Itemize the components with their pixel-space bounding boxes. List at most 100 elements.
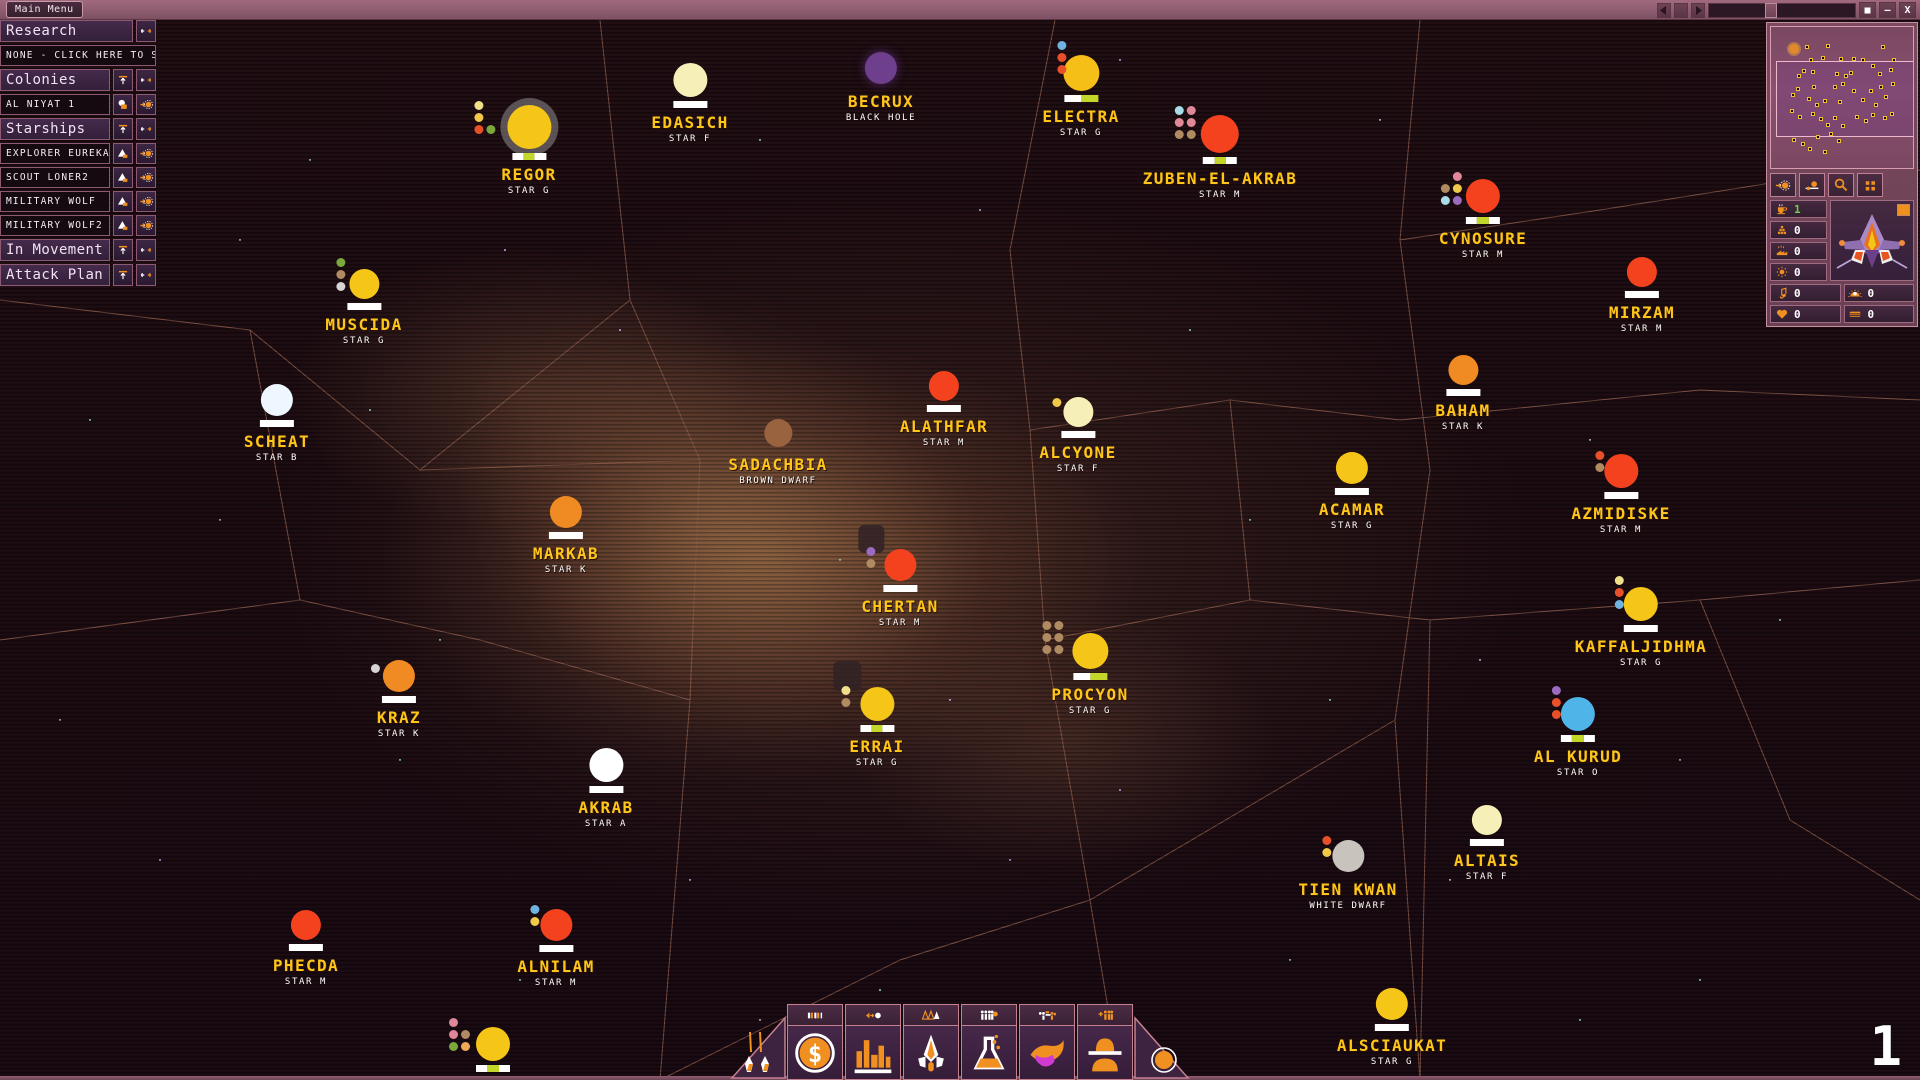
- toolbar-fleet-indicator[interactable]: [903, 1004, 959, 1026]
- star-orb[interactable]: [865, 52, 897, 84]
- star-orb[interactable]: [382, 660, 415, 692]
- sidebar-item[interactable]: EXPLORER EUREKA: [0, 143, 156, 164]
- star-system[interactable]: AZMIDISKE STAR M: [1571, 451, 1670, 535]
- star-orb[interactable]: [1447, 355, 1478, 385]
- star-orb[interactable]: [859, 687, 894, 721]
- star-orb[interactable]: [672, 63, 707, 97]
- sort-button[interactable]: [113, 264, 133, 286]
- minimap-viewport[interactable]: [1776, 61, 1913, 137]
- toolbar-right-wing[interactable]: [1134, 1014, 1190, 1080]
- toolbar-economy-indicator[interactable]: [787, 1004, 843, 1026]
- star-orb[interactable]: [588, 748, 623, 782]
- collapse-arrows-button[interactable]: [136, 69, 156, 91]
- resource-row[interactable]: 0: [1843, 284, 1914, 302]
- star-system[interactable]: ERRAI STAR G: [833, 661, 904, 768]
- goto-icon[interactable]: [136, 143, 156, 164]
- star-system[interactable]: TIEN KWAN WHITE DWARF: [1298, 836, 1397, 911]
- star-orb[interactable]: [1062, 397, 1093, 427]
- star-orb[interactable]: [1062, 55, 1099, 91]
- star-system[interactable]: AL KURUD STAR O: [1534, 686, 1622, 778]
- star-system[interactable]: SADACHBIA BROWN DWARF: [728, 419, 827, 486]
- star-system[interactable]: KRAZ STAR K: [371, 660, 421, 739]
- star-system[interactable]: MARKAB STAR K: [533, 496, 599, 575]
- search-icon[interactable]: [1828, 173, 1854, 197]
- star-orb[interactable]: [506, 105, 551, 149]
- prev-arrow-icon[interactable]: [1657, 2, 1671, 18]
- star-orb[interactable]: [549, 496, 582, 528]
- sidebar-section-research[interactable]: Research: [0, 20, 156, 42]
- star-orb[interactable]: [1201, 115, 1239, 153]
- star-orb[interactable]: [290, 910, 321, 940]
- resource-row[interactable]: 0: [1843, 305, 1914, 323]
- resource-row[interactable]: 1: [1770, 200, 1827, 218]
- toolbar-diplomacy-indicator[interactable]: [1019, 1004, 1075, 1026]
- star-system[interactable]: BAHAM STAR K: [1435, 355, 1490, 432]
- sidebar-item[interactable]: AL NIYAT 1: [0, 94, 156, 115]
- toolbar-research-indicator[interactable]: [961, 1004, 1017, 1026]
- star-system[interactable]: AKRAB STAR A: [578, 748, 633, 829]
- star-system[interactable]: ALATHFAR STAR M: [900, 371, 988, 448]
- titlebar-square-icon[interactable]: [1674, 2, 1688, 18]
- star-system[interactable]: ELECTRA STAR G: [1042, 41, 1119, 138]
- resource-row[interactable]: 0: [1770, 221, 1827, 239]
- star-orb[interactable]: [1560, 697, 1595, 731]
- star-orb[interactable]: [1375, 988, 1408, 1020]
- close-button[interactable]: X: [1899, 2, 1916, 18]
- toolbar-espionage-button[interactable]: [1077, 1004, 1133, 1080]
- star-system[interactable]: ALSCIAUKAT STAR G: [1337, 988, 1447, 1067]
- sidebar-section-colonies[interactable]: Colonies: [0, 69, 156, 91]
- star-system[interactable]: EDASICH STAR F: [651, 63, 728, 144]
- sidebar-section-attack-plan[interactable]: Attack Plan: [0, 264, 156, 286]
- ship-icon[interactable]: [113, 215, 133, 236]
- star-system[interactable]: CYNOSURE STAR M: [1439, 172, 1527, 260]
- star-orb[interactable]: [1603, 454, 1638, 488]
- flagship-portrait[interactable]: [1830, 200, 1914, 281]
- star-system[interactable]: KAFFALJIDHMA STAR G: [1575, 576, 1707, 668]
- next-arrow-icon[interactable]: [1691, 2, 1705, 18]
- toolbar-research-button[interactable]: [961, 1004, 1017, 1080]
- toolbar-economy-button[interactable]: $: [787, 1004, 843, 1080]
- sort-button[interactable]: [113, 239, 133, 261]
- star-system[interactable]: CHERTAN STAR M: [858, 525, 938, 628]
- star-system[interactable]: SCHEAT STAR B: [244, 384, 310, 463]
- route-icon[interactable]: [1799, 173, 1825, 197]
- sidebar-section-starships[interactable]: Starships: [0, 118, 156, 140]
- zoom-slider[interactable]: [1708, 2, 1856, 18]
- star-system[interactable]: MUSCIDA STAR G: [325, 258, 402, 346]
- collapse-arrows-button[interactable]: [136, 239, 156, 261]
- minimap[interactable]: [1770, 26, 1914, 169]
- minimize-button[interactable]: –: [1879, 2, 1896, 18]
- star-orb[interactable]: [1471, 805, 1502, 835]
- target-icon[interactable]: [1770, 173, 1796, 197]
- toolbar-fleet-icon-panel[interactable]: [903, 1026, 959, 1080]
- star-orb[interactable]: [928, 371, 959, 401]
- star-system[interactable]: ALCYONE STAR F: [1039, 397, 1116, 474]
- toolbar-buildings-button[interactable]: [845, 1004, 901, 1080]
- star-orb[interactable]: [1624, 587, 1658, 621]
- goto-icon[interactable]: [136, 167, 156, 188]
- maximize-button[interactable]: ■: [1859, 2, 1876, 18]
- star-orb[interactable]: [883, 549, 916, 581]
- star-system[interactable]: ACAMAR STAR G: [1319, 452, 1385, 531]
- star-orb[interactable]: [1465, 179, 1500, 213]
- star-orb[interactable]: [476, 1027, 510, 1061]
- ship-icon[interactable]: [113, 143, 133, 164]
- toolbar-fleet-button[interactable]: [903, 1004, 959, 1080]
- star-system[interactable]: REGOR STAR G: [474, 98, 558, 196]
- star-orb[interactable]: [1331, 840, 1364, 872]
- toolbar-diplomacy-icon-panel[interactable]: [1019, 1026, 1075, 1080]
- star-system[interactable]: PHECDA STAR M: [273, 910, 339, 987]
- collapse-arrows-button[interactable]: [136, 20, 156, 42]
- star-orb[interactable]: [260, 384, 293, 416]
- collapse-arrows-button[interactable]: [136, 264, 156, 286]
- goto-icon[interactable]: [136, 215, 156, 236]
- ship-icon[interactable]: [113, 167, 133, 188]
- star-orb[interactable]: [539, 909, 572, 941]
- sidebar-item[interactable]: MILITARY WOLF: [0, 191, 156, 212]
- sidebar-item[interactable]: MILITARY WOLF2: [0, 215, 156, 236]
- star-system[interactable]: PROCYON STAR G: [1042, 621, 1128, 716]
- star-system[interactable]: ALNILAM STAR M: [517, 905, 594, 988]
- star-system[interactable]: BECRUX BLACK HOLE: [846, 52, 916, 123]
- grid-icon[interactable]: [1857, 173, 1883, 197]
- toolbar-buildings-indicator[interactable]: [845, 1004, 901, 1026]
